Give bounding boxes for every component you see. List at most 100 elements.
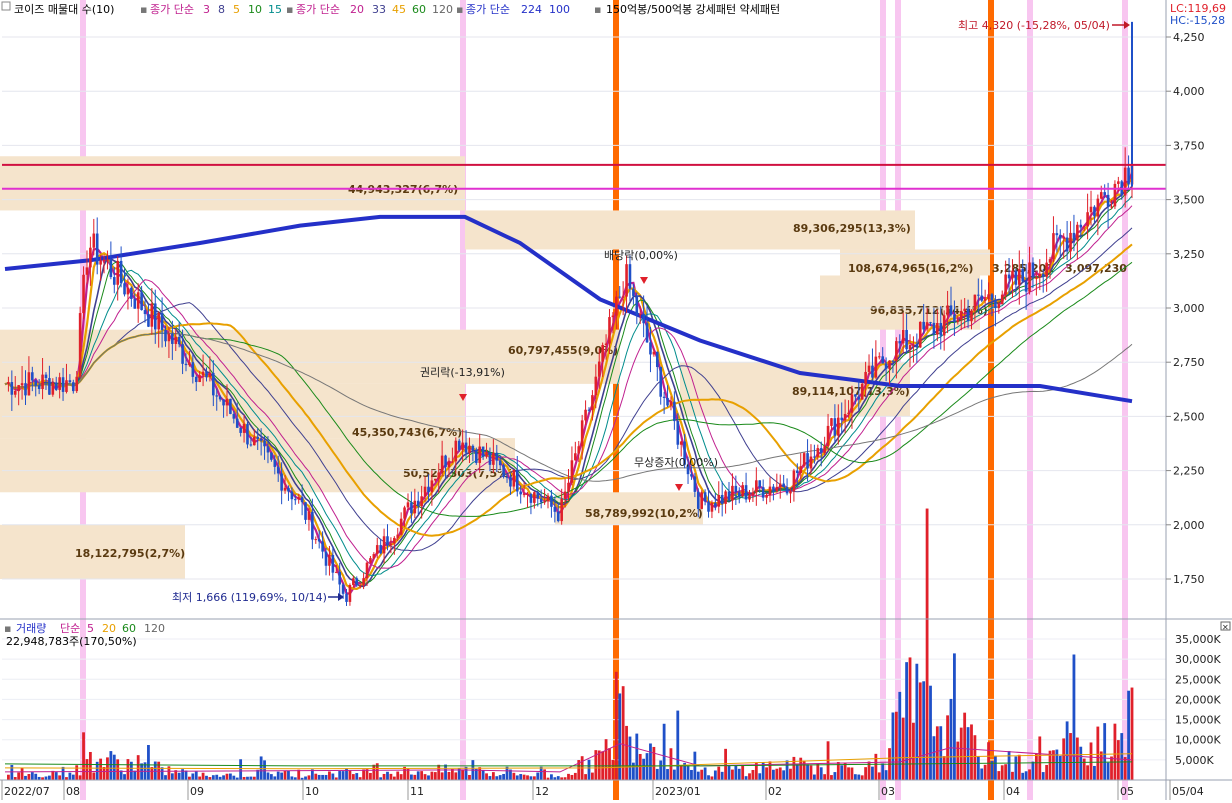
volume-bar <box>440 772 444 780</box>
volume-label[interactable]: 거래량 <box>16 622 46 635</box>
candle-body <box>348 584 352 602</box>
volume-bar <box>959 727 963 780</box>
volume-bar <box>478 767 482 780</box>
candle-body <box>707 501 710 512</box>
volume-bar <box>591 772 594 780</box>
volume-bar <box>570 774 574 780</box>
candle-body <box>604 343 608 346</box>
candle-body <box>13 390 17 395</box>
candle-body <box>92 233 96 248</box>
candle-body <box>1113 183 1117 207</box>
ma-fast-10[interactable]: 10 <box>248 3 262 16</box>
stock-chart-window[interactable]: 18,122,795(2,7%) 50,523,303(7,5%) 45,350,7… <box>0 0 1232 800</box>
candle-body <box>314 539 318 541</box>
ma-fast-3[interactable]: 3 <box>203 3 210 16</box>
volume-bar <box>229 773 232 780</box>
volume-bar <box>150 767 154 780</box>
volume-bar <box>734 765 738 780</box>
ma-mid-60[interactable]: 60 <box>412 3 426 16</box>
ma-mid-45[interactable]: 45 <box>392 3 406 16</box>
ma-mid-label[interactable]: 종가 단순 <box>296 3 340 16</box>
candle-body <box>430 480 434 493</box>
candle-body <box>7 382 10 385</box>
ma-fast-label[interactable]: 종가 단순 <box>150 3 194 16</box>
candle-body <box>509 477 512 487</box>
candle-body <box>638 313 642 315</box>
volume-ma-60[interactable]: 60 <box>122 622 136 635</box>
ma-fast-15[interactable]: 15 <box>268 3 282 16</box>
candle-body <box>823 446 826 453</box>
candle-body <box>1103 192 1106 195</box>
volume-bar <box>1062 738 1066 780</box>
indicator-label[interactable]: 코이즈 매물대 수(10) <box>14 3 114 16</box>
volume-bar <box>853 774 857 780</box>
candle-body <box>1038 273 1042 278</box>
ma-mid-120[interactable]: 120 <box>432 3 453 16</box>
candle-body <box>594 376 598 396</box>
volume-tick-label: 30,000K <box>1175 653 1221 666</box>
volume-bar <box>772 769 775 780</box>
candle-body <box>1069 232 1072 252</box>
volume-bar <box>437 764 441 780</box>
candle-body <box>751 492 755 495</box>
candle-body <box>48 378 51 395</box>
volume-bar <box>10 764 14 780</box>
ma-fast-5[interactable]: 5 <box>233 3 240 16</box>
pattern-label[interactable]: 150억봉/500억봉 강세패턴 약세패턴 <box>606 2 780 16</box>
volume-ma-20[interactable]: 20 <box>102 622 116 635</box>
volume-bar <box>669 748 673 780</box>
candle-body <box>375 545 379 555</box>
volume-bar <box>420 771 424 780</box>
ma-fast-8[interactable]: 8 <box>218 3 225 16</box>
volume-bar <box>724 748 727 780</box>
candle-body <box>734 485 738 493</box>
volume-bar <box>430 771 434 780</box>
candle-body <box>843 413 847 421</box>
candle-body <box>727 491 731 501</box>
volume-bar <box>447 771 451 780</box>
volume-bar <box>307 775 311 780</box>
candle-body <box>1127 167 1130 185</box>
ma-slow-100[interactable]: 100 <box>549 3 570 16</box>
legend-marker: ▪ <box>140 3 147 16</box>
candle-body <box>440 455 444 473</box>
legend-checkbox[interactable] <box>1 1 11 11</box>
volume-bar <box>529 776 533 780</box>
volume-bar <box>92 772 96 780</box>
volume-tick-label: 20,000K <box>1175 693 1221 706</box>
volume-bar <box>877 772 881 780</box>
volume-bar <box>1017 754 1021 780</box>
candle-body <box>881 356 884 364</box>
volume-bar <box>153 761 157 780</box>
volume-bar <box>840 765 844 780</box>
volume-bar <box>392 776 396 780</box>
volume-ma-label[interactable]: 단순 <box>60 622 80 635</box>
volume-bar <box>608 748 611 780</box>
candlestick-chart[interactable]: 18,122,795(2,7%)50,523,303(7,5%)45,350,7… <box>0 0 1232 800</box>
ma-mid-33[interactable]: 33 <box>372 3 386 16</box>
candle-body <box>662 396 666 398</box>
candle-body <box>365 562 369 579</box>
volume-bar <box>341 771 345 780</box>
candle-body <box>427 486 430 493</box>
volume-bar <box>1038 736 1042 780</box>
candle-body <box>642 313 645 324</box>
volume-bar <box>731 769 734 780</box>
candle-body <box>983 298 987 301</box>
volume-bar <box>871 766 874 780</box>
volume-ma-120[interactable]: 120 <box>144 622 165 635</box>
candle-body <box>177 336 181 345</box>
ma-slow-label[interactable]: 종가 단순 <box>466 3 510 16</box>
candle-body <box>164 329 167 342</box>
volume-bar <box>512 772 516 780</box>
ma-slow-224[interactable]: 224 <box>521 3 542 16</box>
volume-ma-5[interactable]: 5 <box>87 622 94 635</box>
candle-body <box>75 376 79 392</box>
ma-mid-20[interactable]: 20 <box>350 3 364 16</box>
volume-bar <box>550 774 553 780</box>
hc-value: HC:-15,28 <box>1170 14 1225 27</box>
candle-body <box>249 444 253 446</box>
volume-bar <box>881 763 885 780</box>
volume-tick-label: 10,000K <box>1175 734 1221 747</box>
volume-bar <box>427 775 430 780</box>
